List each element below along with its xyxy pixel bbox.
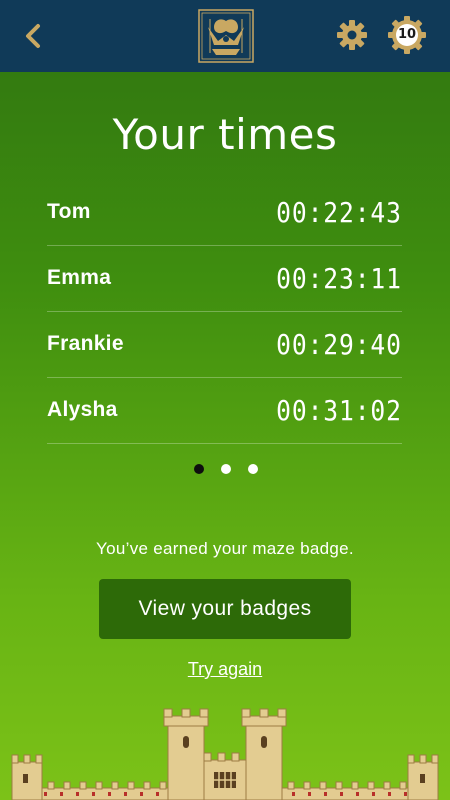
list-item: Alysha 00:31:02 <box>47 378 402 444</box>
castle-icon <box>11 708 439 800</box>
back-button[interactable] <box>18 18 48 54</box>
level-badge-value: 10 <box>397 27 417 42</box>
page-title: Your times <box>112 110 338 159</box>
results-screen: 10 Your times Tom 00:22:43 Emma 00:23:11… <box>0 0 450 800</box>
player-time: 00:29:40 <box>276 328 402 361</box>
player-name: Emma <box>47 266 112 289</box>
player-time: 00:23:11 <box>276 262 402 295</box>
pagination-dots <box>188 464 268 478</box>
chevron-left-icon <box>26 24 40 48</box>
crest-logo <box>198 9 254 63</box>
times-list: Tom 00:22:43 Emma 00:23:11 Frankie 00:29… <box>47 180 402 444</box>
try-again-link[interactable]: Try again <box>0 659 450 680</box>
gear-icon <box>337 20 367 50</box>
list-item: Emma 00:23:11 <box>47 246 402 312</box>
player-time: 00:31:02 <box>276 394 402 427</box>
player-name: Tom <box>47 200 91 223</box>
settings-button[interactable] <box>336 19 368 51</box>
badge-message: You’ve earned your maze badge. <box>96 539 354 558</box>
top-bar: 10 <box>0 0 450 72</box>
castle-illustration <box>0 706 450 800</box>
player-name: Frankie <box>47 332 124 355</box>
player-time: 00:22:43 <box>276 196 402 229</box>
player-name: Alysha <box>47 398 118 421</box>
list-item: Tom 00:22:43 <box>47 180 402 246</box>
page-dot-3[interactable] <box>248 464 258 474</box>
page-dot-1[interactable] <box>194 464 204 474</box>
view-badges-button[interactable]: View your badges <box>99 579 351 639</box>
level-badge[interactable]: 10 <box>388 16 426 54</box>
list-item: Frankie 00:29:40 <box>47 312 402 378</box>
crest-icon <box>198 9 254 63</box>
page-dot-2[interactable] <box>221 464 231 474</box>
